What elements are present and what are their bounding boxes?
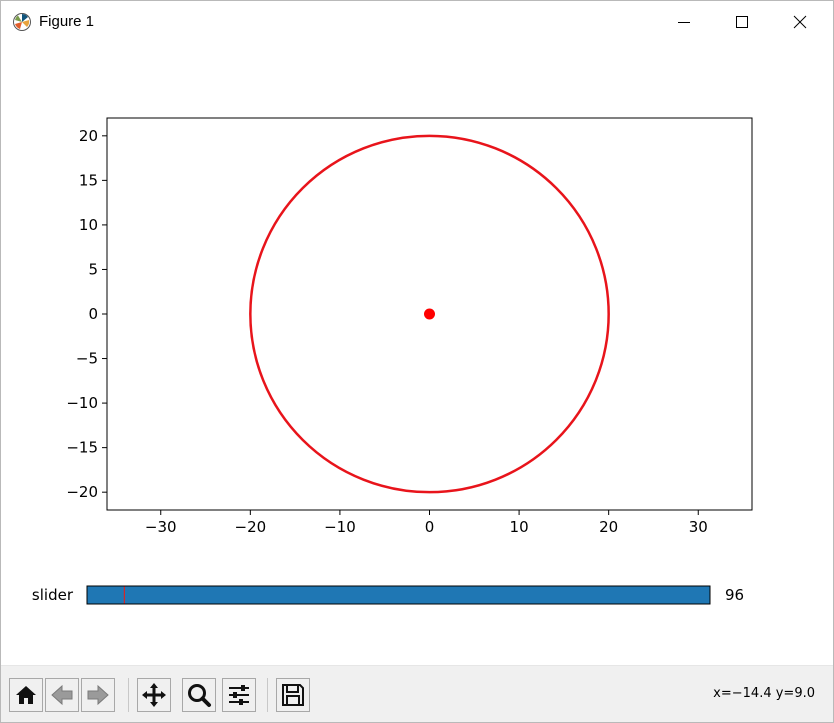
y-tick-label: 20 xyxy=(79,127,98,145)
x-tick-label: 10 xyxy=(510,518,529,536)
pan-button[interactable] xyxy=(137,678,171,712)
x-tick-label: −20 xyxy=(235,518,267,536)
y-tick-label: −20 xyxy=(66,483,98,501)
pan-icon xyxy=(142,683,166,707)
forward-icon xyxy=(87,684,109,706)
y-tick-label: −5 xyxy=(76,350,98,368)
x-tick-label: −30 xyxy=(145,518,177,536)
y-tick-label: −15 xyxy=(66,439,98,457)
configure-subplots-button[interactable] xyxy=(222,678,256,712)
y-tick-label: 10 xyxy=(79,216,98,234)
y-tick-label: −10 xyxy=(66,394,98,412)
save-button[interactable] xyxy=(276,678,310,712)
maximize-button[interactable] xyxy=(713,1,771,43)
title-bar[interactable]: Figure 1 xyxy=(1,1,833,43)
home-button[interactable] xyxy=(9,678,43,712)
minimize-icon xyxy=(678,22,690,23)
matplotlib-logo-icon xyxy=(13,13,31,31)
maximize-icon xyxy=(736,16,748,28)
save-icon xyxy=(282,684,304,706)
forward-button[interactable] xyxy=(81,678,115,712)
back-button[interactable] xyxy=(45,678,79,712)
slider-label: slider xyxy=(32,586,74,604)
close-button[interactable] xyxy=(771,1,829,43)
figure-canvas[interactable]: −30 −20 −10 0 10 20 30 −20 −15 −10 −5 0 5 10 15 20 slide… xyxy=(1,43,833,665)
minimize-button[interactable] xyxy=(655,1,713,43)
toolbar-separator xyxy=(128,678,129,712)
figure-window: Figure 1 −30 −20 −10 0 10 20 30 −20 −15 −10 −5 0 5 10… xyxy=(0,0,834,723)
toolbar-separator xyxy=(267,678,268,712)
navigation-toolbar: x=−14.4 y=9.0 xyxy=(1,665,833,722)
home-icon xyxy=(16,686,36,704)
slider-value: 96 xyxy=(725,586,744,604)
cursor-coordinates: x=−14.4 y=9.0 xyxy=(713,686,815,701)
configure-subplots-icon xyxy=(229,685,249,705)
y-tick-label: 15 xyxy=(79,171,98,189)
y-tick-label: 5 xyxy=(88,260,98,278)
slider-fill[interactable] xyxy=(87,586,710,604)
zoom-button[interactable] xyxy=(182,678,216,712)
y-tick-label: 0 xyxy=(88,305,98,323)
window-title: Figure 1 xyxy=(39,13,95,30)
back-icon xyxy=(51,684,73,706)
center-point-marker xyxy=(424,308,435,320)
zoom-icon xyxy=(188,684,211,707)
x-tick-label: 30 xyxy=(689,518,708,536)
plot-area[interactable]: −30 −20 −10 0 10 20 30 −20 −15 −10 −5 0 5 10 15 20 slide… xyxy=(1,43,833,665)
x-tick-label: −10 xyxy=(324,518,356,536)
close-icon xyxy=(793,15,807,29)
x-tick-label: 20 xyxy=(599,518,618,536)
x-tick-label: 0 xyxy=(425,518,435,536)
